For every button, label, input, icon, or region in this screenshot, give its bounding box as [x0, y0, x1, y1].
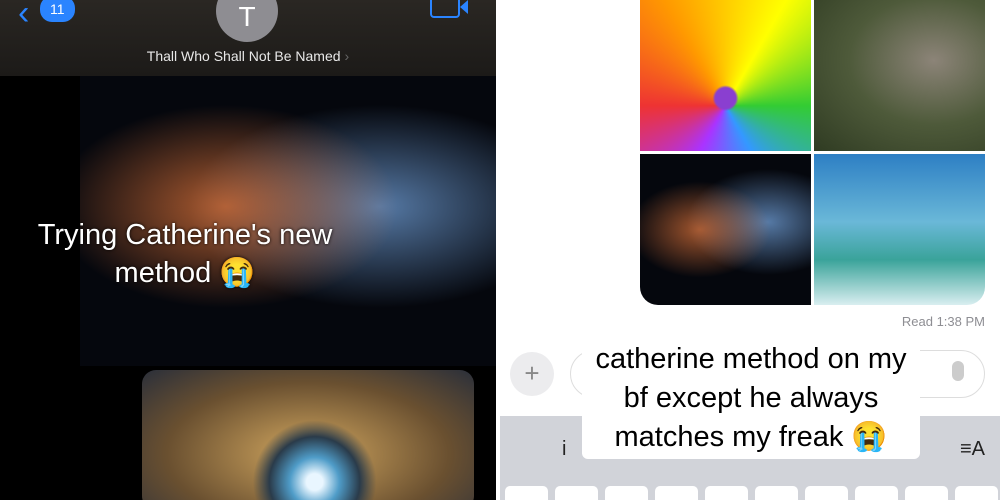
contact-name[interactable]: Thall Who Shall Not Be Named ›: [0, 48, 496, 64]
keyboard-key[interactable]: [805, 486, 848, 500]
right-screenshot: Read 1:38 PM + i ≡A catherine method on …: [500, 0, 1000, 500]
contact-name-label: Thall Who Shall Not Be Named: [146, 48, 341, 64]
suggestion-word[interactable]: i: [562, 438, 566, 461]
keyboard-key[interactable]: [505, 486, 548, 500]
microphone-icon[interactable]: [952, 361, 964, 381]
video-call-icon[interactable]: [430, 0, 468, 18]
video-caption: catherine method on my bf except he alwa…: [582, 338, 920, 459]
dolphin-cow-image[interactable]: [814, 154, 985, 305]
image-collage-message[interactable]: [640, 0, 985, 305]
keyboard-key[interactable]: [555, 486, 598, 500]
monkeys-image[interactable]: [814, 0, 985, 151]
text-format-icon[interactable]: ≡A: [960, 438, 985, 461]
eye-image[interactable]: [142, 370, 474, 500]
keyboard-key[interactable]: [855, 486, 898, 500]
plus-button[interactable]: +: [510, 352, 554, 396]
chevron-right-icon: ›: [344, 48, 350, 64]
keyboard-key[interactable]: [905, 486, 948, 500]
keyboard-key[interactable]: [755, 486, 798, 500]
keyboard-key[interactable]: [955, 486, 998, 500]
keyboard-key[interactable]: [655, 486, 698, 500]
left-screenshot: ‹ 11 T Thall Who Shall Not Be Named › Try…: [0, 0, 496, 500]
read-receipt: Read 1:38 PM: [901, 314, 985, 329]
psychedelic-eye-image[interactable]: [640, 0, 811, 151]
video-caption: Trying Catherine's new method 😭: [37, 219, 333, 289]
hands-image[interactable]: [640, 154, 811, 305]
unread-count-badge[interactable]: 11: [40, 0, 75, 22]
keyboard-key[interactable]: [705, 486, 748, 500]
avatar[interactable]: T: [216, 0, 278, 42]
conversation-header: ‹ 11 T Thall Who Shall Not Be Named ›: [0, 0, 496, 76]
keyboard-key[interactable]: [605, 486, 648, 500]
back-chevron-icon[interactable]: ‹: [18, 0, 29, 33]
